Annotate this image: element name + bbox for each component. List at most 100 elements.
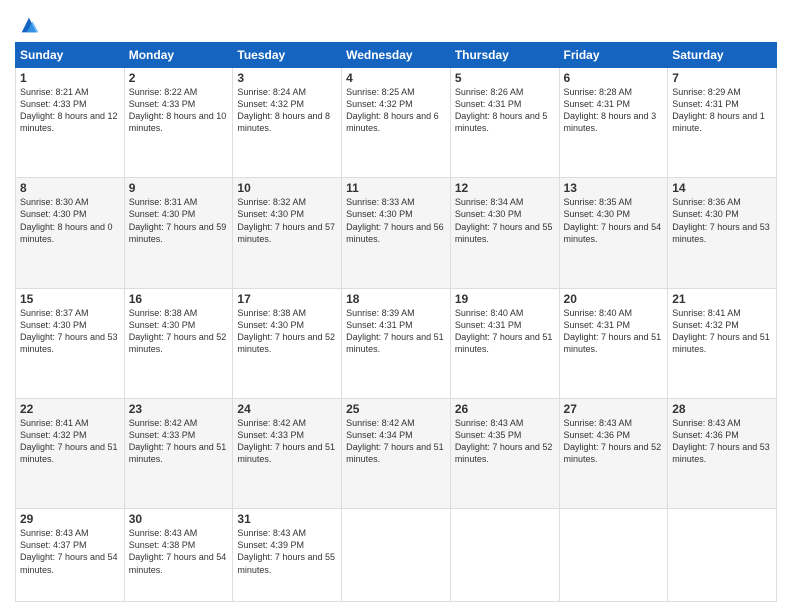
day-number: 22	[20, 402, 120, 416]
day-number: 28	[672, 402, 772, 416]
day-number: 5	[455, 71, 555, 85]
day-number: 29	[20, 512, 120, 526]
day-number: 2	[129, 71, 229, 85]
day-number: 10	[237, 181, 337, 195]
day-header-friday: Friday	[559, 43, 668, 68]
day-info: Sunrise: 8:21 AMSunset: 4:33 PMDaylight:…	[20, 86, 120, 135]
day-header-tuesday: Tuesday	[233, 43, 342, 68]
day-number: 12	[455, 181, 555, 195]
day-number: 31	[237, 512, 337, 526]
day-info: Sunrise: 8:26 AMSunset: 4:31 PMDaylight:…	[455, 86, 555, 135]
calendar-cell: 13Sunrise: 8:35 AMSunset: 4:30 PMDayligh…	[559, 178, 668, 288]
calendar-cell: 14Sunrise: 8:36 AMSunset: 4:30 PMDayligh…	[668, 178, 777, 288]
calendar-cell: 11Sunrise: 8:33 AMSunset: 4:30 PMDayligh…	[342, 178, 451, 288]
calendar-cell: 29Sunrise: 8:43 AMSunset: 4:37 PMDayligh…	[16, 509, 125, 602]
day-number: 19	[455, 292, 555, 306]
header	[15, 10, 777, 36]
day-header-sunday: Sunday	[16, 43, 125, 68]
day-info: Sunrise: 8:43 AMSunset: 4:36 PMDaylight:…	[672, 417, 772, 466]
day-info: Sunrise: 8:37 AMSunset: 4:30 PMDaylight:…	[20, 307, 120, 356]
day-info: Sunrise: 8:43 AMSunset: 4:35 PMDaylight:…	[455, 417, 555, 466]
calendar-cell: 5Sunrise: 8:26 AMSunset: 4:31 PMDaylight…	[450, 68, 559, 178]
day-info: Sunrise: 8:41 AMSunset: 4:32 PMDaylight:…	[672, 307, 772, 356]
day-number: 16	[129, 292, 229, 306]
calendar-cell: 9Sunrise: 8:31 AMSunset: 4:30 PMDaylight…	[124, 178, 233, 288]
calendar-cell: 3Sunrise: 8:24 AMSunset: 4:32 PMDaylight…	[233, 68, 342, 178]
day-info: Sunrise: 8:42 AMSunset: 4:33 PMDaylight:…	[129, 417, 229, 466]
day-info: Sunrise: 8:43 AMSunset: 4:36 PMDaylight:…	[564, 417, 664, 466]
calendar-cell: 18Sunrise: 8:39 AMSunset: 4:31 PMDayligh…	[342, 288, 451, 398]
calendar-cell: 6Sunrise: 8:28 AMSunset: 4:31 PMDaylight…	[559, 68, 668, 178]
calendar-cell	[342, 509, 451, 602]
calendar-table: SundayMondayTuesdayWednesdayThursdayFrid…	[15, 42, 777, 602]
day-number: 18	[346, 292, 446, 306]
day-info: Sunrise: 8:25 AMSunset: 4:32 PMDaylight:…	[346, 86, 446, 135]
day-info: Sunrise: 8:38 AMSunset: 4:30 PMDaylight:…	[129, 307, 229, 356]
calendar-cell	[450, 509, 559, 602]
day-number: 14	[672, 181, 772, 195]
day-info: Sunrise: 8:43 AMSunset: 4:37 PMDaylight:…	[20, 527, 120, 576]
day-header-saturday: Saturday	[668, 43, 777, 68]
day-number: 6	[564, 71, 664, 85]
day-number: 21	[672, 292, 772, 306]
calendar-cell: 7Sunrise: 8:29 AMSunset: 4:31 PMDaylight…	[668, 68, 777, 178]
day-info: Sunrise: 8:30 AMSunset: 4:30 PMDaylight:…	[20, 196, 120, 245]
calendar-cell: 28Sunrise: 8:43 AMSunset: 4:36 PMDayligh…	[668, 398, 777, 508]
calendar-cell: 16Sunrise: 8:38 AMSunset: 4:30 PMDayligh…	[124, 288, 233, 398]
calendar-cell: 17Sunrise: 8:38 AMSunset: 4:30 PMDayligh…	[233, 288, 342, 398]
day-number: 15	[20, 292, 120, 306]
page: SundayMondayTuesdayWednesdayThursdayFrid…	[0, 0, 792, 612]
calendar-cell: 15Sunrise: 8:37 AMSunset: 4:30 PMDayligh…	[16, 288, 125, 398]
calendar-cell: 12Sunrise: 8:34 AMSunset: 4:30 PMDayligh…	[450, 178, 559, 288]
day-info: Sunrise: 8:29 AMSunset: 4:31 PMDaylight:…	[672, 86, 772, 135]
calendar-cell: 20Sunrise: 8:40 AMSunset: 4:31 PMDayligh…	[559, 288, 668, 398]
day-info: Sunrise: 8:33 AMSunset: 4:30 PMDaylight:…	[346, 196, 446, 245]
calendar-cell: 24Sunrise: 8:42 AMSunset: 4:33 PMDayligh…	[233, 398, 342, 508]
day-number: 11	[346, 181, 446, 195]
calendar-cell: 26Sunrise: 8:43 AMSunset: 4:35 PMDayligh…	[450, 398, 559, 508]
logo-icon	[18, 14, 40, 36]
calendar-cell: 25Sunrise: 8:42 AMSunset: 4:34 PMDayligh…	[342, 398, 451, 508]
day-number: 7	[672, 71, 772, 85]
day-header-monday: Monday	[124, 43, 233, 68]
logo	[15, 14, 40, 36]
day-info: Sunrise: 8:41 AMSunset: 4:32 PMDaylight:…	[20, 417, 120, 466]
calendar-cell: 1Sunrise: 8:21 AMSunset: 4:33 PMDaylight…	[16, 68, 125, 178]
calendar-cell: 21Sunrise: 8:41 AMSunset: 4:32 PMDayligh…	[668, 288, 777, 398]
day-info: Sunrise: 8:43 AMSunset: 4:39 PMDaylight:…	[237, 527, 337, 576]
day-info: Sunrise: 8:42 AMSunset: 4:33 PMDaylight:…	[237, 417, 337, 466]
calendar-cell: 31Sunrise: 8:43 AMSunset: 4:39 PMDayligh…	[233, 509, 342, 602]
calendar-cell: 10Sunrise: 8:32 AMSunset: 4:30 PMDayligh…	[233, 178, 342, 288]
day-header-thursday: Thursday	[450, 43, 559, 68]
day-number: 23	[129, 402, 229, 416]
day-number: 9	[129, 181, 229, 195]
day-info: Sunrise: 8:22 AMSunset: 4:33 PMDaylight:…	[129, 86, 229, 135]
day-info: Sunrise: 8:28 AMSunset: 4:31 PMDaylight:…	[564, 86, 664, 135]
day-number: 17	[237, 292, 337, 306]
day-info: Sunrise: 8:31 AMSunset: 4:30 PMDaylight:…	[129, 196, 229, 245]
day-info: Sunrise: 8:38 AMSunset: 4:30 PMDaylight:…	[237, 307, 337, 356]
day-info: Sunrise: 8:34 AMSunset: 4:30 PMDaylight:…	[455, 196, 555, 245]
day-number: 4	[346, 71, 446, 85]
day-number: 8	[20, 181, 120, 195]
calendar-cell	[559, 509, 668, 602]
day-info: Sunrise: 8:39 AMSunset: 4:31 PMDaylight:…	[346, 307, 446, 356]
calendar-cell: 8Sunrise: 8:30 AMSunset: 4:30 PMDaylight…	[16, 178, 125, 288]
day-number: 30	[129, 512, 229, 526]
day-number: 20	[564, 292, 664, 306]
day-info: Sunrise: 8:42 AMSunset: 4:34 PMDaylight:…	[346, 417, 446, 466]
day-number: 26	[455, 402, 555, 416]
day-number: 3	[237, 71, 337, 85]
day-info: Sunrise: 8:32 AMSunset: 4:30 PMDaylight:…	[237, 196, 337, 245]
day-info: Sunrise: 8:40 AMSunset: 4:31 PMDaylight:…	[455, 307, 555, 356]
calendar-cell: 30Sunrise: 8:43 AMSunset: 4:38 PMDayligh…	[124, 509, 233, 602]
day-number: 13	[564, 181, 664, 195]
day-number: 25	[346, 402, 446, 416]
day-info: Sunrise: 8:35 AMSunset: 4:30 PMDaylight:…	[564, 196, 664, 245]
calendar-cell: 19Sunrise: 8:40 AMSunset: 4:31 PMDayligh…	[450, 288, 559, 398]
calendar-cell: 22Sunrise: 8:41 AMSunset: 4:32 PMDayligh…	[16, 398, 125, 508]
day-number: 24	[237, 402, 337, 416]
day-info: Sunrise: 8:43 AMSunset: 4:38 PMDaylight:…	[129, 527, 229, 576]
day-info: Sunrise: 8:36 AMSunset: 4:30 PMDaylight:…	[672, 196, 772, 245]
calendar-cell: 4Sunrise: 8:25 AMSunset: 4:32 PMDaylight…	[342, 68, 451, 178]
